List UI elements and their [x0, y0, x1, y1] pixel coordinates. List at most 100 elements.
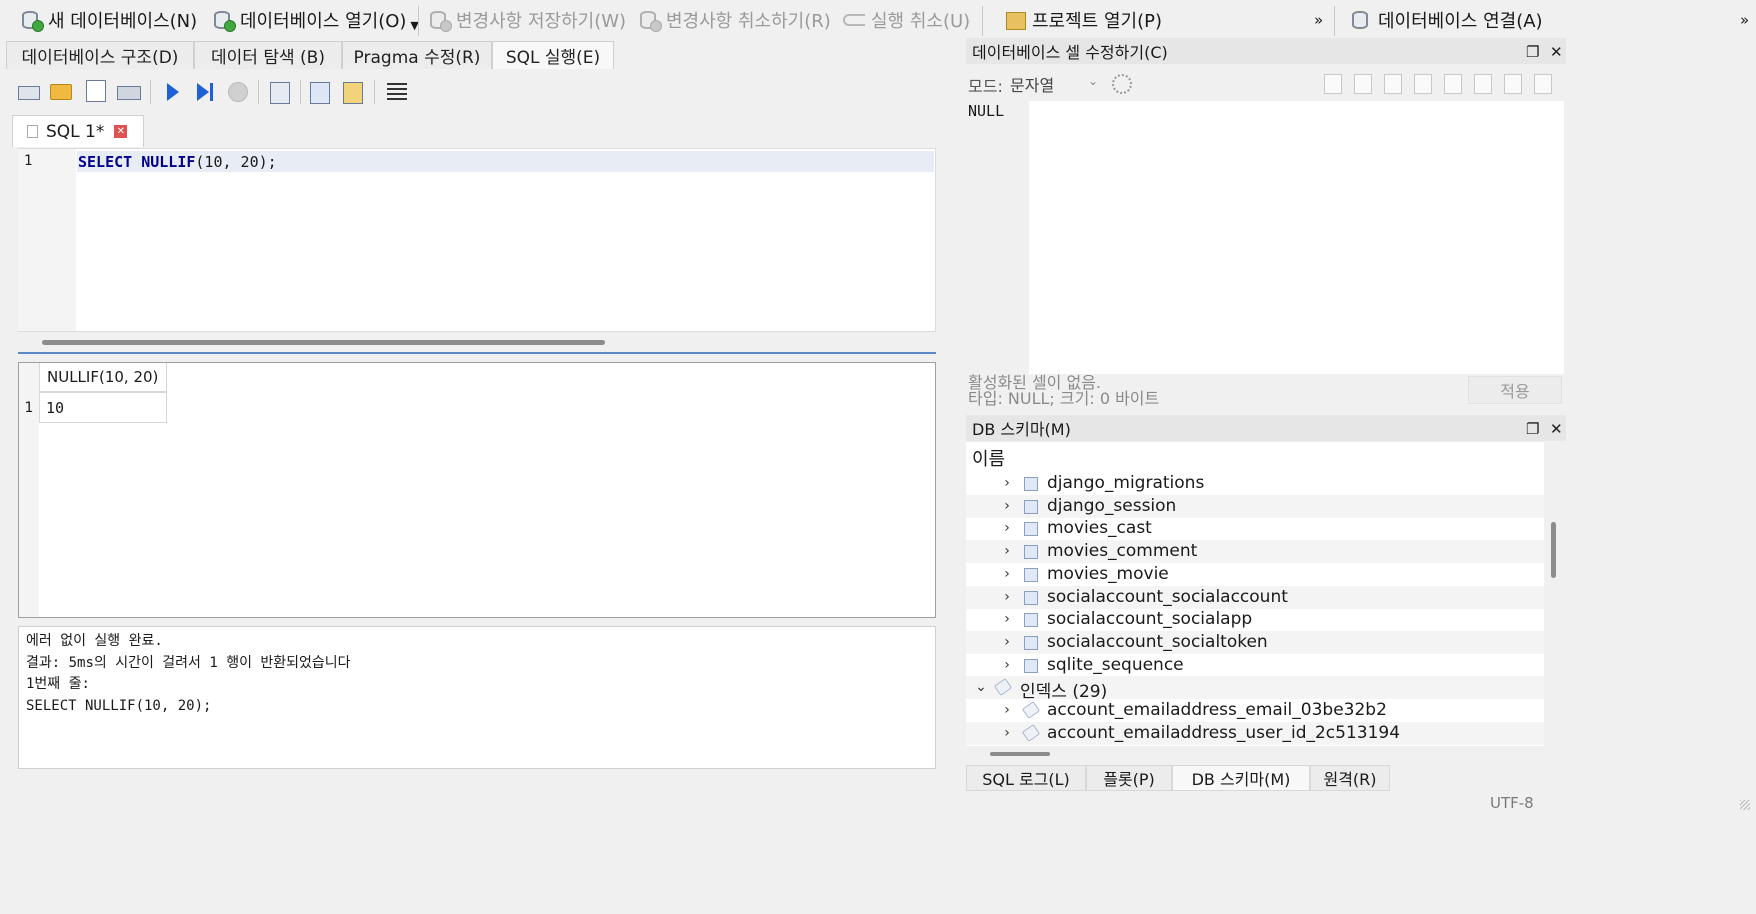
- chevron-right-icon[interactable]: ›: [1000, 657, 1014, 673]
- schema-table-item[interactable]: › socialaccount_socialapp: [966, 608, 1544, 631]
- open-sql-file-button[interactable]: [50, 80, 74, 104]
- settings-gear-icon[interactable]: [1112, 74, 1132, 94]
- attach-database-label: 데이터베이스 연결(A): [1378, 11, 1543, 32]
- word-wrap-icon[interactable]: [1354, 74, 1372, 94]
- open-tab-button[interactable]: [18, 80, 42, 104]
- float-panel-icon[interactable]: ❐: [1526, 43, 1539, 61]
- schema-table-item[interactable]: › movies_comment: [966, 540, 1544, 563]
- execute-all-button[interactable]: [165, 80, 189, 104]
- tab-remote[interactable]: 원격(R): [1310, 765, 1390, 791]
- toolbar-separator: [418, 6, 419, 36]
- schema-table-item[interactable]: › django_session: [966, 495, 1544, 518]
- find-replace-icon: [343, 82, 363, 104]
- schema-item-label: socialaccount_socialaccount: [1047, 587, 1288, 607]
- save-sql-file-button[interactable]: [84, 80, 108, 104]
- editor-tab-sql1[interactable]: SQL 1* ✕: [12, 115, 144, 147]
- find-replace-button[interactable]: [343, 80, 367, 104]
- import-icon[interactable]: [1324, 74, 1342, 94]
- open-database-button[interactable]: 데이터베이스 열기(O) ▼: [212, 4, 419, 36]
- chevron-right-icon[interactable]: ›: [1000, 725, 1014, 741]
- auto-format-icon[interactable]: [1384, 74, 1402, 94]
- tab-plot[interactable]: 플롯(P): [1086, 765, 1172, 791]
- eval-icon[interactable]: [1504, 74, 1522, 94]
- stop-execution-button[interactable]: [228, 80, 252, 104]
- cell-editor-text-area[interactable]: [1029, 101, 1564, 374]
- chevron-right-icon[interactable]: ›: [1000, 475, 1014, 491]
- float-panel-icon[interactable]: ❐: [1526, 420, 1539, 438]
- print-cell-icon[interactable]: [1534, 74, 1552, 94]
- schema-item-label: socialaccount_socialapp: [1047, 609, 1253, 629]
- chevron-right-icon[interactable]: ›: [1000, 566, 1014, 582]
- toolbar-separator: [1334, 6, 1335, 36]
- schema-name-column-header[interactable]: 이름: [972, 445, 1005, 471]
- set-null-icon[interactable]: [1474, 74, 1492, 94]
- export-file-icon[interactable]: [1444, 74, 1462, 94]
- save-results-button[interactable]: [270, 80, 294, 104]
- chevron-right-icon[interactable]: ›: [1000, 543, 1014, 559]
- import-file-icon[interactable]: [1414, 74, 1432, 94]
- resize-grip-icon[interactable]: [1740, 800, 1750, 810]
- save-changes-button[interactable]: 변경사항 저장하기(W): [428, 4, 626, 36]
- schema-table-item[interactable]: › sqlite_sequence: [966, 654, 1544, 677]
- find-button[interactable]: [310, 80, 334, 104]
- table-icon: [1024, 477, 1038, 491]
- chevron-right-icon[interactable]: ›: [1000, 520, 1014, 536]
- schema-item-label: django_session: [1047, 496, 1177, 516]
- db-schema-panel-header: DB 스키마(M) ❐ ✕: [966, 415, 1566, 441]
- chevron-right-icon[interactable]: ›: [1000, 498, 1014, 514]
- editor-scroll-thumb[interactable]: [42, 340, 605, 345]
- db-schema-title: DB 스키마(M): [972, 420, 1071, 439]
- new-database-button[interactable]: 새 데이터베이스(N): [20, 4, 197, 36]
- undo-button[interactable]: 실행 취소(U): [843, 4, 970, 36]
- close-panel-icon[interactable]: ✕: [1550, 43, 1563, 61]
- table-icon: [1024, 568, 1038, 582]
- result-column-header[interactable]: NULLIF(10, 20): [39, 363, 167, 392]
- schema-table-item[interactable]: › socialaccount_socialaccount: [966, 586, 1544, 609]
- result-cell[interactable]: 10: [39, 392, 167, 423]
- cell-status-line2: 타입: NULL; 크기: 0 바이트: [968, 389, 1160, 408]
- schema-table-item[interactable]: › django_migrations: [966, 472, 1544, 495]
- close-panel-icon[interactable]: ✕: [1550, 420, 1563, 438]
- chevron-right-icon[interactable]: ›: [1000, 589, 1014, 605]
- schema-table-item[interactable]: › movies_movie: [966, 563, 1544, 586]
- text-lines-icon: [387, 83, 407, 101]
- close-tab-icon[interactable]: ✕: [114, 125, 128, 138]
- chevron-down-icon[interactable]: ⌄: [974, 679, 988, 695]
- edit-cell-panel-header: 데이터베이스 셀 수정하기(C) ❐ ✕: [966, 38, 1566, 64]
- schema-index-item[interactable]: › account_emailaddress_email_03be32b2: [966, 699, 1544, 722]
- print-button[interactable]: [117, 80, 141, 104]
- toolbar-overflow-button-2[interactable]: »: [1740, 4, 1749, 36]
- sql-editor[interactable]: [18, 148, 936, 332]
- open-project-button[interactable]: 프로젝트 열기(P): [1004, 4, 1162, 36]
- tab-execute-sql[interactable]: SQL 실행(E): [492, 41, 614, 69]
- toolbar-overflow-button[interactable]: »: [1314, 4, 1323, 36]
- tab-sql-log[interactable]: SQL 로그(L): [966, 765, 1086, 791]
- tab-db-schema[interactable]: DB 스키마(M): [1172, 765, 1310, 791]
- schema-table-item[interactable]: › socialaccount_socialtoken: [966, 631, 1544, 654]
- sql-args: (10, 20);: [195, 153, 277, 171]
- comment-lines-button[interactable]: [387, 80, 411, 104]
- result-row-number[interactable]: 1: [19, 392, 39, 423]
- sql-code-line[interactable]: SELECT NULLIF(10, 20);: [78, 153, 277, 171]
- edit-cell-title: 데이터베이스 셀 수정하기(C): [972, 43, 1168, 62]
- table-icon: [1024, 545, 1038, 559]
- apply-button[interactable]: 적용: [1468, 376, 1562, 404]
- execute-line-button[interactable]: [195, 80, 219, 104]
- tab-browse-data[interactable]: 데이터 탐색 (B): [194, 41, 342, 69]
- chevron-right-icon[interactable]: ›: [1000, 702, 1014, 718]
- schema-table-item[interactable]: › movies_cast: [966, 517, 1544, 540]
- index-tag-icon: [993, 678, 1013, 696]
- schema-vertical-scroll-thumb[interactable]: [1551, 522, 1556, 578]
- chevron-right-icon[interactable]: ›: [1000, 611, 1014, 627]
- tab-edit-pragmas[interactable]: Pragma 수정(R): [342, 41, 492, 69]
- schema-index-item[interactable]: › account_emailaddress_user_id_2c513194: [966, 722, 1544, 745]
- schema-horizontal-scroll-thumb[interactable]: [990, 752, 1050, 756]
- line-number: 1: [24, 153, 33, 169]
- save-changes-label: 변경사항 저장하기(W): [456, 11, 627, 32]
- mode-select[interactable]: 문자열 ⌄: [1006, 72, 1104, 96]
- schema-group-indices[interactable]: ⌄ 인덱스 (29): [966, 676, 1544, 702]
- revert-changes-button[interactable]: 변경사항 취소하기(R): [638, 4, 831, 36]
- attach-database-button[interactable]: 데이터베이스 연결(A): [1350, 4, 1543, 36]
- chevron-right-icon[interactable]: ›: [1000, 634, 1014, 650]
- tab-database-structure[interactable]: 데이터베이스 구조(D): [6, 41, 194, 69]
